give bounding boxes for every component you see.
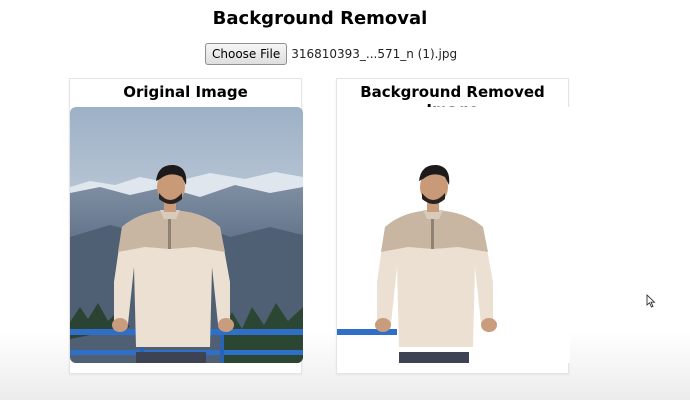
mouse-pointer-icon — [646, 293, 656, 312]
page-title: Background Removal — [212, 8, 428, 29]
selected-file-name: 316810393_...571_n (1).jpg — [291, 47, 458, 61]
original-image-title: Original Image — [123, 83, 248, 101]
background-removed-image — [337, 107, 570, 363]
background-removed-title: Background Removed Image — [360, 83, 545, 119]
original-image-card: Original Image — [69, 78, 303, 374]
file-upload-row: Choose File 316810393_...571_n (1).jpg — [205, 42, 457, 66]
background-removed-card: Background Removed Image — [336, 78, 570, 374]
original-image — [70, 107, 303, 363]
choose-file-button[interactable]: Choose File — [205, 43, 288, 65]
